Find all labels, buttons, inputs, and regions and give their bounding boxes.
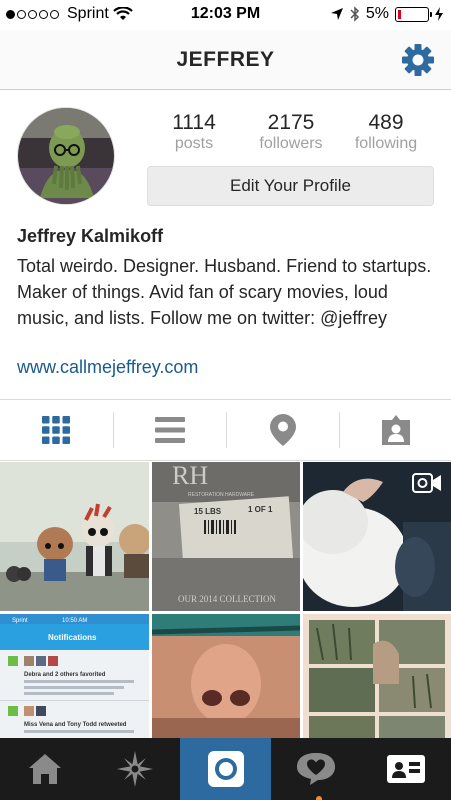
- charging-icon: [435, 7, 443, 21]
- shot-notif-2: Miss Vena and Tony Todd retweeted: [24, 722, 127, 728]
- stat-posts[interactable]: 1114 posts: [148, 112, 240, 154]
- shot-notif-1: Debra and 2 others favorited: [24, 672, 106, 678]
- box-count-text: 1 OF 1: [248, 505, 273, 514]
- photo-grid: RH RESTORATION HARDWARE 15 LBS 1 OF 1 OU…: [0, 462, 451, 738]
- map-pin-icon: [270, 414, 296, 446]
- photo-cat-hand[interactable]: [303, 462, 451, 611]
- following-count: 489: [368, 111, 404, 134]
- avatar-image: [18, 108, 114, 204]
- video-icon: [412, 473, 441, 493]
- profile-header: JEFFREY: [0, 30, 451, 90]
- shot-time: 10:50 AM: [62, 618, 87, 624]
- tab-map[interactable]: [227, 400, 339, 460]
- box-weight-text: 15 LBS: [194, 507, 222, 516]
- posts-label: posts: [174, 135, 214, 152]
- page-title: JEFFREY: [176, 48, 275, 71]
- tagged-photos-icon: [382, 415, 410, 445]
- battery-percent: 5%: [365, 5, 389, 22]
- list-icon: [155, 417, 185, 443]
- grid-icon: [42, 416, 70, 444]
- activity-icon: [297, 753, 335, 785]
- profile-stats: 1114 posts 2175 followers 489 following: [148, 112, 438, 156]
- avatar[interactable]: [17, 107, 115, 205]
- photo-tree-collage[interactable]: [303, 614, 451, 738]
- battery-icon: [395, 6, 432, 22]
- home-icon: [29, 754, 61, 784]
- bottom-tab-bar: [0, 738, 451, 800]
- posts-count: 1114: [172, 111, 216, 134]
- gear-icon[interactable]: [401, 43, 435, 77]
- shot-title: Notifications: [48, 633, 97, 642]
- photo-notifications-screenshot[interactable]: Sprint 10:50 AM Notifications Debra and …: [0, 614, 149, 738]
- profile-icon: [387, 755, 425, 783]
- profile-view-tabs: [0, 399, 451, 461]
- box-collection-text: OUR 2014 COLLECTION: [178, 594, 276, 604]
- status-right: 5%: [330, 5, 443, 23]
- camera-icon: [207, 751, 244, 787]
- activity-notification-dot: [316, 796, 322, 800]
- followers-count: 2175: [267, 111, 315, 134]
- box-brand-text: RESTORATION HARDWARE: [188, 492, 255, 498]
- photo-restoration-hardware-box[interactable]: RH RESTORATION HARDWARE 15 LBS 1 OF 1 OU…: [152, 462, 300, 611]
- explore-icon: [117, 751, 153, 787]
- stat-followers[interactable]: 2175 followers: [245, 112, 337, 154]
- photo-face-closeup[interactable]: [152, 614, 300, 738]
- tab-tagged[interactable]: [340, 400, 451, 460]
- profile-website-link[interactable]: www.callmejeffrey.com: [17, 357, 198, 378]
- stat-following[interactable]: 489 following: [344, 112, 428, 154]
- profile-bio: Total weirdo. Designer. Husband. Friend …: [17, 256, 432, 328]
- shot-carrier: Sprint: [12, 618, 28, 624]
- tab-list[interactable]: [114, 400, 226, 460]
- photo-funko-figures[interactable]: [0, 462, 149, 611]
- tab-explore[interactable]: [90, 738, 180, 800]
- tab-profile[interactable]: [361, 738, 451, 800]
- location-arrow-icon: [330, 8, 343, 20]
- profile-name: Jeffrey Kalmikoff: [17, 226, 164, 246]
- following-label: following: [354, 135, 418, 152]
- bluetooth-icon: [350, 6, 359, 22]
- tab-activity[interactable]: [271, 738, 361, 800]
- tab-grid[interactable]: [0, 400, 112, 460]
- followers-label: followers: [259, 135, 323, 152]
- tab-camera[interactable]: [180, 738, 271, 800]
- edit-profile-button[interactable]: Edit Your Profile: [147, 166, 434, 206]
- box-logo-text: RH: [172, 462, 208, 490]
- status-bar: Sprint 12:03 PM 5%: [0, 0, 451, 30]
- tab-home[interactable]: [0, 738, 90, 800]
